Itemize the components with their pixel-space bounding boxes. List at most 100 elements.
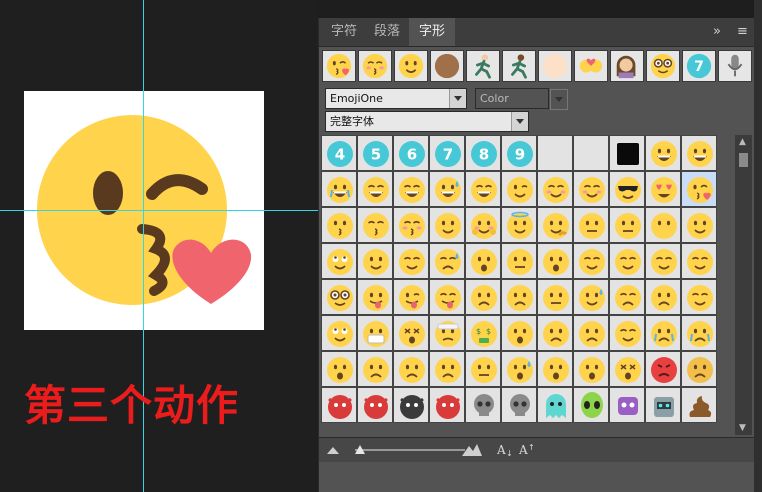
glyph-cell-joy[interactable]: [321, 171, 357, 207]
glyph-cell-dizzy[interactable]: [609, 351, 645, 387]
glyph-cell-ogre[interactable]: [357, 387, 393, 423]
collapse-panel-button[interactable]: »: [713, 18, 721, 46]
glyph-cell-slight-frown[interactable]: [537, 315, 573, 351]
glyph-cell-keycap-9[interactable]: 9: [501, 135, 537, 171]
chevron-down-icon[interactable]: [550, 89, 568, 110]
glyph-cell-slight-smile[interactable]: [429, 207, 465, 243]
glyph-cell-hugging[interactable]: [465, 207, 501, 243]
glyph-cell-yum[interactable]: [573, 171, 609, 207]
glyph-cell-ghost[interactable]: [537, 387, 573, 423]
glyph-cell-hushed[interactable]: [537, 243, 573, 279]
font-size-increase-icon[interactable]: A ↑: [519, 442, 535, 458]
glyph-cell-sleeping[interactable]: [645, 243, 681, 279]
chevron-down-icon[interactable]: [511, 112, 528, 131]
glyph-cell-smiling-imp[interactable]: [321, 387, 357, 423]
glyph-cell-laugh[interactable]: [393, 171, 429, 207]
glyph-cell-rolling-eyes[interactable]: [321, 243, 357, 279]
recent-glyph-slight-smile[interactable]: [394, 50, 428, 82]
glyph-cell-robot[interactable]: [645, 387, 681, 423]
glyph-cell-heart-eyes[interactable]: [645, 171, 681, 207]
glyph-cell-blank[interactable]: [573, 135, 609, 171]
glyph-cell-money-mouth[interactable]: $ $: [465, 315, 501, 351]
glyph-cell-smile-big[interactable]: [357, 171, 393, 207]
glyph-cell-smirk[interactable]: [357, 243, 393, 279]
glyph-cell-sweat-smile[interactable]: [429, 171, 465, 207]
glyph-cell-skull[interactable]: [465, 387, 501, 423]
glyph-cell-unamused[interactable]: [537, 279, 573, 315]
glyph-cell-wink[interactable]: [501, 171, 537, 207]
glyph-cell-keycap-5[interactable]: 5: [357, 135, 393, 171]
recent-glyph-runner-light[interactable]: [466, 50, 500, 82]
glyph-cell-open-mouth[interactable]: [465, 243, 501, 279]
small-mountain-icon[interactable]: [327, 445, 339, 454]
glyph-cell-weary[interactable]: [429, 351, 465, 387]
glyph-cell-zipper[interactable]: [501, 243, 537, 279]
glyph-cell-kissing-heart[interactable]: [681, 171, 717, 207]
glyph-cell-triumph[interactable]: [609, 315, 645, 351]
glyph-cell-persevere[interactable]: [393, 243, 429, 279]
recent-glyph-kissing-blush[interactable]: [358, 50, 392, 82]
glyph-cell-sweat[interactable]: [573, 279, 609, 315]
glyph-subset-select[interactable]: 完整字体: [325, 111, 529, 132]
glyph-cell-scream[interactable]: [537, 351, 573, 387]
glyph-cell-rage[interactable]: [645, 351, 681, 387]
recent-glyph-kissing-heart[interactable]: [322, 50, 356, 82]
glyph-cell-cold-sweat[interactable]: [501, 351, 537, 387]
glyph-cell-confused[interactable]: [501, 279, 537, 315]
font-style-select[interactable]: Color: [475, 88, 568, 110]
panel-menu-button[interactable]: ≡: [737, 18, 748, 46]
glyph-cell-fearful[interactable]: [393, 351, 429, 387]
document-canvas[interactable]: 第三个动作: [0, 0, 318, 492]
glyph-cell-innocent[interactable]: [501, 207, 537, 243]
glyph-cell-sunglasses[interactable]: [609, 171, 645, 207]
recent-glyph-nerd-face[interactable]: [646, 50, 680, 82]
glyph-cell-mask[interactable]: [357, 315, 393, 351]
recent-glyph-microphone[interactable]: [718, 50, 752, 82]
glyph-cell-sleepy[interactable]: [609, 243, 645, 279]
glyph-cell-laughing[interactable]: [465, 171, 501, 207]
glyph-cell-alien-monster[interactable]: [609, 387, 645, 423]
glyph-cell-kissing-smile[interactable]: [357, 207, 393, 243]
horizontal-guide[interactable]: [0, 210, 318, 211]
glyph-cell-grin[interactable]: [645, 135, 681, 171]
glyph-cell-frown[interactable]: [465, 279, 501, 315]
recent-glyph-couple-heart[interactable]: [574, 50, 608, 82]
glyph-cell-keycap-6[interactable]: 6: [393, 135, 429, 171]
tab-character[interactable]: 字符: [321, 18, 367, 46]
large-mountain-icon[interactable]: [462, 442, 482, 456]
glyph-cell-flushed[interactable]: [573, 351, 609, 387]
glyph-cell-cry[interactable]: [645, 315, 681, 351]
glyph-cell-blank-face[interactable]: [681, 207, 717, 243]
recent-glyph-brown-circle[interactable]: [430, 50, 464, 82]
glyph-size-slider-knob[interactable]: [355, 445, 365, 454]
glyph-cell-disappointed-relieved[interactable]: [429, 243, 465, 279]
glyph-cell-tongue-closed[interactable]: [429, 279, 465, 315]
scrollbar-thumb[interactable]: [739, 153, 748, 167]
glyph-cell-tired[interactable]: [573, 243, 609, 279]
glyph-cell-dizzy-face[interactable]: [393, 315, 429, 351]
glyph-cell-alien[interactable]: [573, 387, 609, 423]
glyph-cell-sob[interactable]: [681, 315, 717, 351]
recent-glyph-keycap-7[interactable]: 7: [682, 50, 716, 82]
glyph-cell-angry[interactable]: [681, 351, 717, 387]
recent-glyph-runner-dark[interactable]: [502, 50, 536, 82]
glyph-cell-astonished[interactable]: [501, 315, 537, 351]
glyph-cell-relieved[interactable]: [681, 243, 717, 279]
glyph-cell-black-square[interactable]: [609, 135, 645, 171]
glyph-cell-skull-bones[interactable]: [501, 387, 537, 423]
glyph-cell-grimace[interactable]: [465, 351, 501, 387]
glyph-cell-devil-red[interactable]: [429, 387, 465, 423]
glyph-cell-worried-2[interactable]: [573, 315, 609, 351]
font-family-select[interactable]: EmojiOne: [325, 88, 467, 109]
glyph-cell-nerd-face[interactable]: [321, 279, 357, 315]
font-size-decrease-icon[interactable]: A ↓: [497, 442, 513, 458]
glyph-cell-goblin[interactable]: [393, 387, 429, 423]
glyph-cell-kissing[interactable]: [321, 207, 357, 243]
scroll-down-icon[interactable]: ▼: [739, 423, 746, 433]
glyph-cell-worried[interactable]: [645, 279, 681, 315]
glyph-cell-expressionless[interactable]: [609, 207, 645, 243]
glyph-cell-blush[interactable]: [537, 171, 573, 207]
glyph-cell-tongue-wink[interactable]: [393, 279, 429, 315]
glyph-cell-tongue[interactable]: [357, 279, 393, 315]
glyph-cell-upside-down[interactable]: [321, 315, 357, 351]
